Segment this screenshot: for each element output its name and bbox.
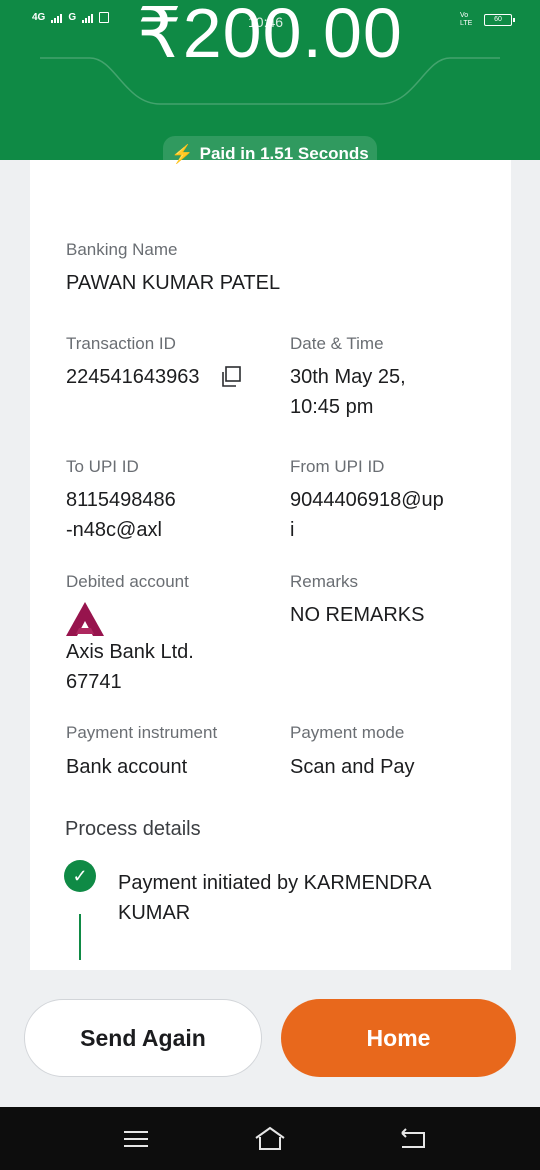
back-icon[interactable] <box>396 1125 428 1153</box>
remarks-label: Remarks <box>290 572 359 591</box>
to-upi-line1: 8115498486 <box>66 489 176 511</box>
debited-bank-name: Axis Bank Ltd. <box>66 641 194 663</box>
transaction-details-card: Banking Name PAWAN KUMAR PATEL Transacti… <box>30 160 511 970</box>
axis-bank-logo <box>66 602 104 636</box>
process-step-line2: KUMAR <box>118 902 191 924</box>
home-button[interactable]: Home <box>281 999 516 1077</box>
network-label-1: 4G <box>32 12 46 23</box>
menu-icon[interactable] <box>120 1125 152 1153</box>
paid-time-text: Paid in 1.51 Seconds <box>199 144 369 163</box>
remarks-value: NO REMARKS <box>290 604 425 626</box>
network-label-2: G <box>68 12 77 23</box>
process-step-line1: Payment initiated by KARMENDRA <box>118 872 432 894</box>
from-upi-line2: i <box>290 519 295 541</box>
network-indicators: 4G G <box>32 12 110 23</box>
to-upi-label: To UPI ID <box>66 457 139 476</box>
datetime-line1: 30th May 25, <box>290 366 406 388</box>
status-bar: 4G G 10:46 Vo LTE 60 <box>0 12 540 32</box>
send-again-button[interactable]: Send Again <box>24 999 262 1077</box>
sim-icon <box>99 12 110 23</box>
check-icon: ✓ <box>64 860 96 892</box>
datetime-line2: 10:45 pm <box>290 396 374 418</box>
from-upi-line1: 9044406918@up <box>290 489 444 511</box>
payment-instrument-value: Bank account <box>66 756 188 778</box>
payment-instrument-label: Payment instrument <box>66 723 218 742</box>
banking-name-value: PAWAN KUMAR PATEL <box>66 272 281 294</box>
status-time: 10:46 <box>248 14 284 30</box>
debited-account-label: Debited account <box>66 572 189 591</box>
transaction-id-label: Transaction ID <box>66 334 176 353</box>
signal-icon <box>82 13 94 23</box>
payment-mode-label: Payment mode <box>290 723 405 742</box>
banking-name-label: Banking Name <box>66 240 178 259</box>
status-right: Vo LTE 60 <box>460 12 515 28</box>
system-nav-bar <box>0 1107 540 1170</box>
copy-icon[interactable] <box>220 366 242 388</box>
paid-time-badge: ⚡ Paid in 1.51 Seconds <box>163 136 377 172</box>
to-upi-line2: -n48c@axl <box>66 519 162 541</box>
from-upi-label: From UPI ID <box>290 457 385 476</box>
payment-mode-value: Scan and Pay <box>290 756 415 778</box>
battery-icon: 60 <box>484 14 515 26</box>
datetime-label: Date & Time <box>290 334 384 353</box>
signal-icon <box>51 13 63 23</box>
transaction-id-value: 224541643963 <box>66 366 200 388</box>
volte-label: Vo LTE <box>460 12 473 27</box>
home-icon[interactable] <box>254 1125 286 1153</box>
process-timeline-line <box>79 914 81 960</box>
debited-account-number: 67741 <box>66 671 122 693</box>
process-details-title: Process details <box>65 818 201 840</box>
lightning-bolt-icon: ⚡ <box>171 143 194 164</box>
